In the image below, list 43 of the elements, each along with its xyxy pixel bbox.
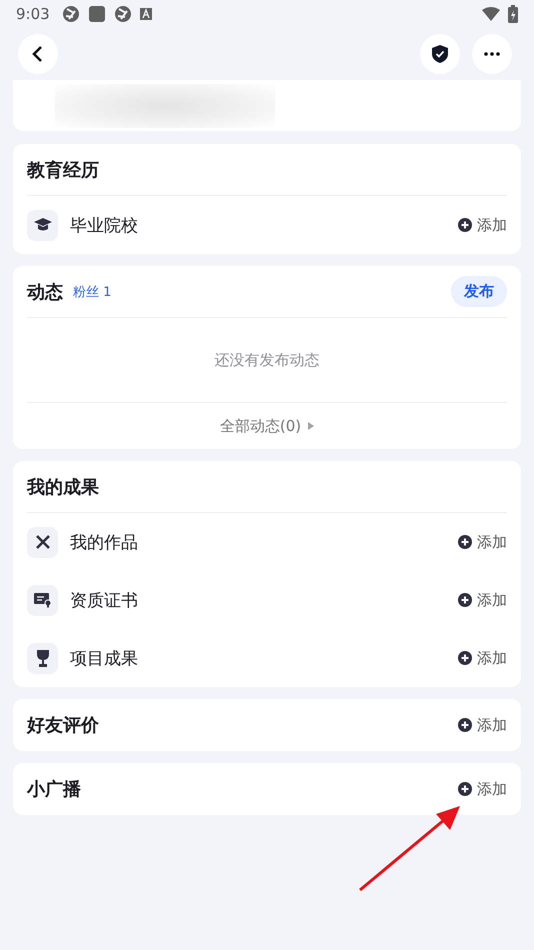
add-button[interactable]: 添加 [458,648,507,668]
triangle-right-icon [308,422,314,430]
crossed-tools-icon [34,534,50,550]
wifi-icon [482,7,500,21]
app-notification-icon [62,5,80,23]
more-icon [484,52,500,56]
item-label: 毕业院校 [70,214,138,236]
plus-icon [458,718,472,732]
add-button[interactable]: 添加 [458,780,507,798]
add-button[interactable]: 添加 [458,216,507,234]
plus-icon [458,651,472,665]
item-label: 资质证书 [70,590,138,612]
plus-icon [458,218,472,232]
section-title: 好友评价 [27,714,99,737]
app-notification-icon [114,5,132,23]
item-label: 项目成果 [70,648,138,670]
plus-icon [458,593,472,607]
all-posts-link[interactable]: 全部动态(0) [220,416,314,436]
shield-check-icon [432,45,448,63]
add-button[interactable]: 添加 [458,716,507,734]
item-label: 我的作品 [70,532,138,554]
battery-icon [508,5,518,23]
graduation-cap-icon [34,218,52,232]
plus-icon [458,782,472,796]
app-notification-icon [88,5,106,23]
publish-button[interactable]: 发布 [451,276,507,307]
back-icon [31,46,45,62]
empty-message: 还没有发布动态 [214,350,320,370]
add-button[interactable]: 添加 [458,532,507,552]
section-title: 教育经历 [27,158,99,182]
trophy-icon [34,650,50,666]
more-button[interactable] [472,34,512,74]
section-title: 我的成果 [27,476,99,498]
fans-link[interactable]: 粉丝 1 [73,282,112,300]
section-title: 小广播 [27,778,81,801]
keyboard-icon [140,8,152,20]
status-time: 9:03 [16,5,50,23]
add-button[interactable]: 添加 [458,590,507,610]
certificate-icon [34,592,52,608]
shield-button[interactable] [420,34,460,74]
section-title: 动态 [27,280,63,304]
plus-icon [458,535,472,549]
back-button[interactable] [18,34,58,74]
